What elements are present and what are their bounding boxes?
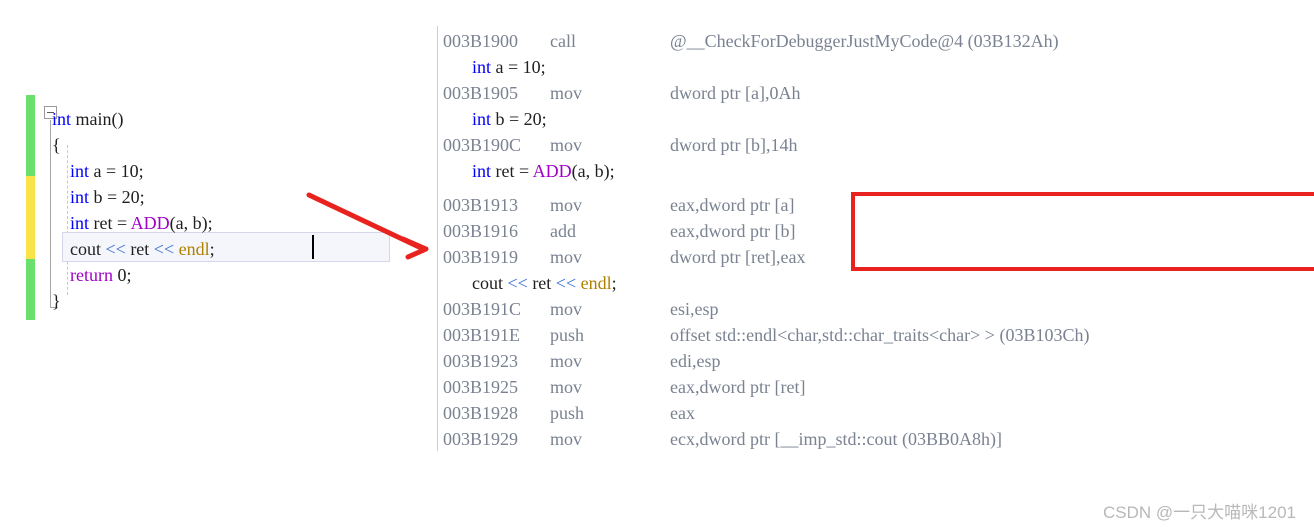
interleaved-source-line: cout << ret << endl; xyxy=(472,273,617,293)
instruction-mnemonic: mov xyxy=(550,377,583,397)
instruction-address: 003B1928 xyxy=(443,403,519,423)
instruction-address: 003B1919 xyxy=(443,247,519,267)
instruction-address: 003B1916 xyxy=(443,221,519,241)
disassembly-view[interactable]: 003B1900 call @__CheckForDebuggerJustMyCod… xyxy=(424,0,1314,531)
code-line[interactable]: int a = 10; xyxy=(52,158,144,184)
instruction-operands: dword ptr [ret],eax xyxy=(670,247,806,267)
instruction-address: 003B191E xyxy=(443,325,521,345)
disassembly-instruction-row[interactable]: 003B1905 mov dword ptr [a],0Ah xyxy=(424,80,1314,106)
instruction-operands: esi,esp xyxy=(670,299,719,319)
code-token: int xyxy=(52,187,90,207)
code-token: ret = xyxy=(89,213,131,233)
instruction-mnemonic: mov xyxy=(550,195,583,215)
code-token: main xyxy=(75,109,112,129)
instruction-address: 003B1929 xyxy=(443,429,519,449)
code-token: ret xyxy=(125,239,154,259)
code-line[interactable]: int main() xyxy=(52,106,124,132)
instruction-operands: eax,dword ptr [a] xyxy=(670,195,795,215)
code-token: endl xyxy=(178,239,210,259)
instruction-mnemonic: mov xyxy=(550,299,583,319)
code-line[interactable]: { xyxy=(52,132,61,158)
disassembly-source-row[interactable]: int ret = ADD(a, b); xyxy=(424,158,1314,184)
code-line[interactable]: } xyxy=(52,288,61,314)
code-token: int xyxy=(52,161,90,181)
change-bar-segment xyxy=(26,176,35,259)
code-token: (a, b); xyxy=(169,213,213,233)
code-token: ; xyxy=(209,239,215,259)
instruction-operands: dword ptr [a],0Ah xyxy=(670,83,801,103)
instruction-address: 003B191C xyxy=(443,299,522,319)
instruction-mnemonic: add xyxy=(550,221,576,241)
change-bar-segment xyxy=(26,259,35,320)
code-token: () xyxy=(111,109,124,129)
disassembly-instruction-row[interactable]: 003B1923 mov edi,esp xyxy=(424,348,1314,374)
instruction-mnemonic: mov xyxy=(550,351,583,371)
code-token: << xyxy=(105,239,126,259)
instruction-address: 003B1900 xyxy=(443,31,519,51)
instruction-operands: eax,dword ptr [ret] xyxy=(670,377,806,397)
instruction-address: 003B190C xyxy=(443,135,522,155)
code-token: ; xyxy=(126,265,132,285)
instruction-operands: @__CheckForDebuggerJustMyCode@4 (03B132A… xyxy=(670,31,1059,51)
disassembly-instruction-row[interactable]: 003B190C mov dword ptr [b],14h xyxy=(424,132,1314,158)
disassembly-instruction-row[interactable]: 003B1929 mov ecx,dword ptr [__imp_std::cou… xyxy=(424,426,1314,452)
code-token: << xyxy=(153,239,175,259)
disassembly-source-row[interactable]: int b = 20; xyxy=(424,106,1314,132)
code-line[interactable]: cout << ret << endl; xyxy=(52,236,215,262)
instruction-mnemonic: push xyxy=(550,325,585,345)
code-token: ADD xyxy=(130,213,170,233)
code-token: int xyxy=(52,109,72,129)
code-token: { xyxy=(52,135,61,155)
instruction-mnemonic: mov xyxy=(550,247,583,267)
code-token: ; xyxy=(139,187,145,207)
code-token: } xyxy=(52,291,61,311)
instruction-operands: ecx,dword ptr [__imp_std::cout (03BB0A8h… xyxy=(670,429,1002,449)
code-token: return xyxy=(52,265,113,285)
code-token: 10 xyxy=(120,161,139,181)
instruction-mnemonic: mov xyxy=(550,83,583,103)
watermark-text: CSDN @一只大喵咪1201 xyxy=(1103,503,1296,522)
interleaved-source-line: int b = 20; xyxy=(472,109,547,129)
interleaved-source-line: int ret = ADD(a, b); xyxy=(472,161,615,181)
disassembly-instruction-row[interactable]: 003B191E push offset std::endl<char,std::c… xyxy=(424,322,1314,348)
code-token: ; xyxy=(138,161,144,181)
disassembly-source-row[interactable]: int a = 10; xyxy=(424,54,1314,80)
disassembly-instruction-row[interactable]: 003B191C mov esi,esp xyxy=(424,296,1314,322)
text-caret xyxy=(312,235,314,259)
instruction-address: 003B1925 xyxy=(443,377,519,397)
instruction-mnemonic: mov xyxy=(550,429,583,449)
code-line[interactable]: int b = 20; xyxy=(52,184,145,210)
instruction-mnemonic: mov xyxy=(550,135,583,155)
source-code-editor[interactable]: int main() { int a = 10; int b = 20; int … xyxy=(0,0,420,531)
instruction-operands: edi,esp xyxy=(670,351,721,371)
instruction-operands: eax xyxy=(670,403,695,423)
instruction-operands: offset std::endl<char,std::char_traits<c… xyxy=(670,325,1090,345)
disassembly-instruction-row[interactable]: 003B1919 mov dword ptr [ret],eax xyxy=(424,244,1314,270)
interleaved-source-line: int a = 10; xyxy=(472,57,546,77)
instruction-address: 003B1913 xyxy=(443,195,519,215)
code-token: int xyxy=(52,213,90,233)
instruction-operands: eax,dword ptr [b] xyxy=(670,221,796,241)
disassembly-source-row[interactable]: cout << ret << endl; xyxy=(424,270,1314,296)
disassembly-instruction-row[interactable]: 003B1900 call @__CheckForDebuggerJustMyCod… xyxy=(424,28,1314,54)
code-token: cout xyxy=(52,239,106,259)
code-token: 20 xyxy=(121,187,140,207)
disassembly-instruction-row[interactable]: 003B1916 add eax,dword ptr [b] xyxy=(424,218,1314,244)
disassembly-instruction-row[interactable]: 003B1913 mov eax,dword ptr [a] xyxy=(424,192,1314,218)
instruction-mnemonic: push xyxy=(550,403,585,423)
instruction-mnemonic: call xyxy=(550,31,576,51)
instruction-operands: dword ptr [b],14h xyxy=(670,135,798,155)
code-token: b = xyxy=(89,187,122,207)
code-line[interactable]: int ret = ADD(a, b); xyxy=(52,210,213,236)
code-line[interactable]: return 0; xyxy=(52,262,132,288)
instruction-address: 003B1905 xyxy=(443,83,519,103)
disassembly-instruction-row[interactable]: 003B1925 mov eax,dword ptr [ret] xyxy=(424,374,1314,400)
code-token: a = xyxy=(89,161,121,181)
instruction-address: 003B1923 xyxy=(443,351,519,371)
outlining-vertical-line xyxy=(50,120,51,308)
disassembly-instruction-row[interactable]: 003B1928 push eax xyxy=(424,400,1314,426)
change-bar-segment xyxy=(26,95,35,176)
